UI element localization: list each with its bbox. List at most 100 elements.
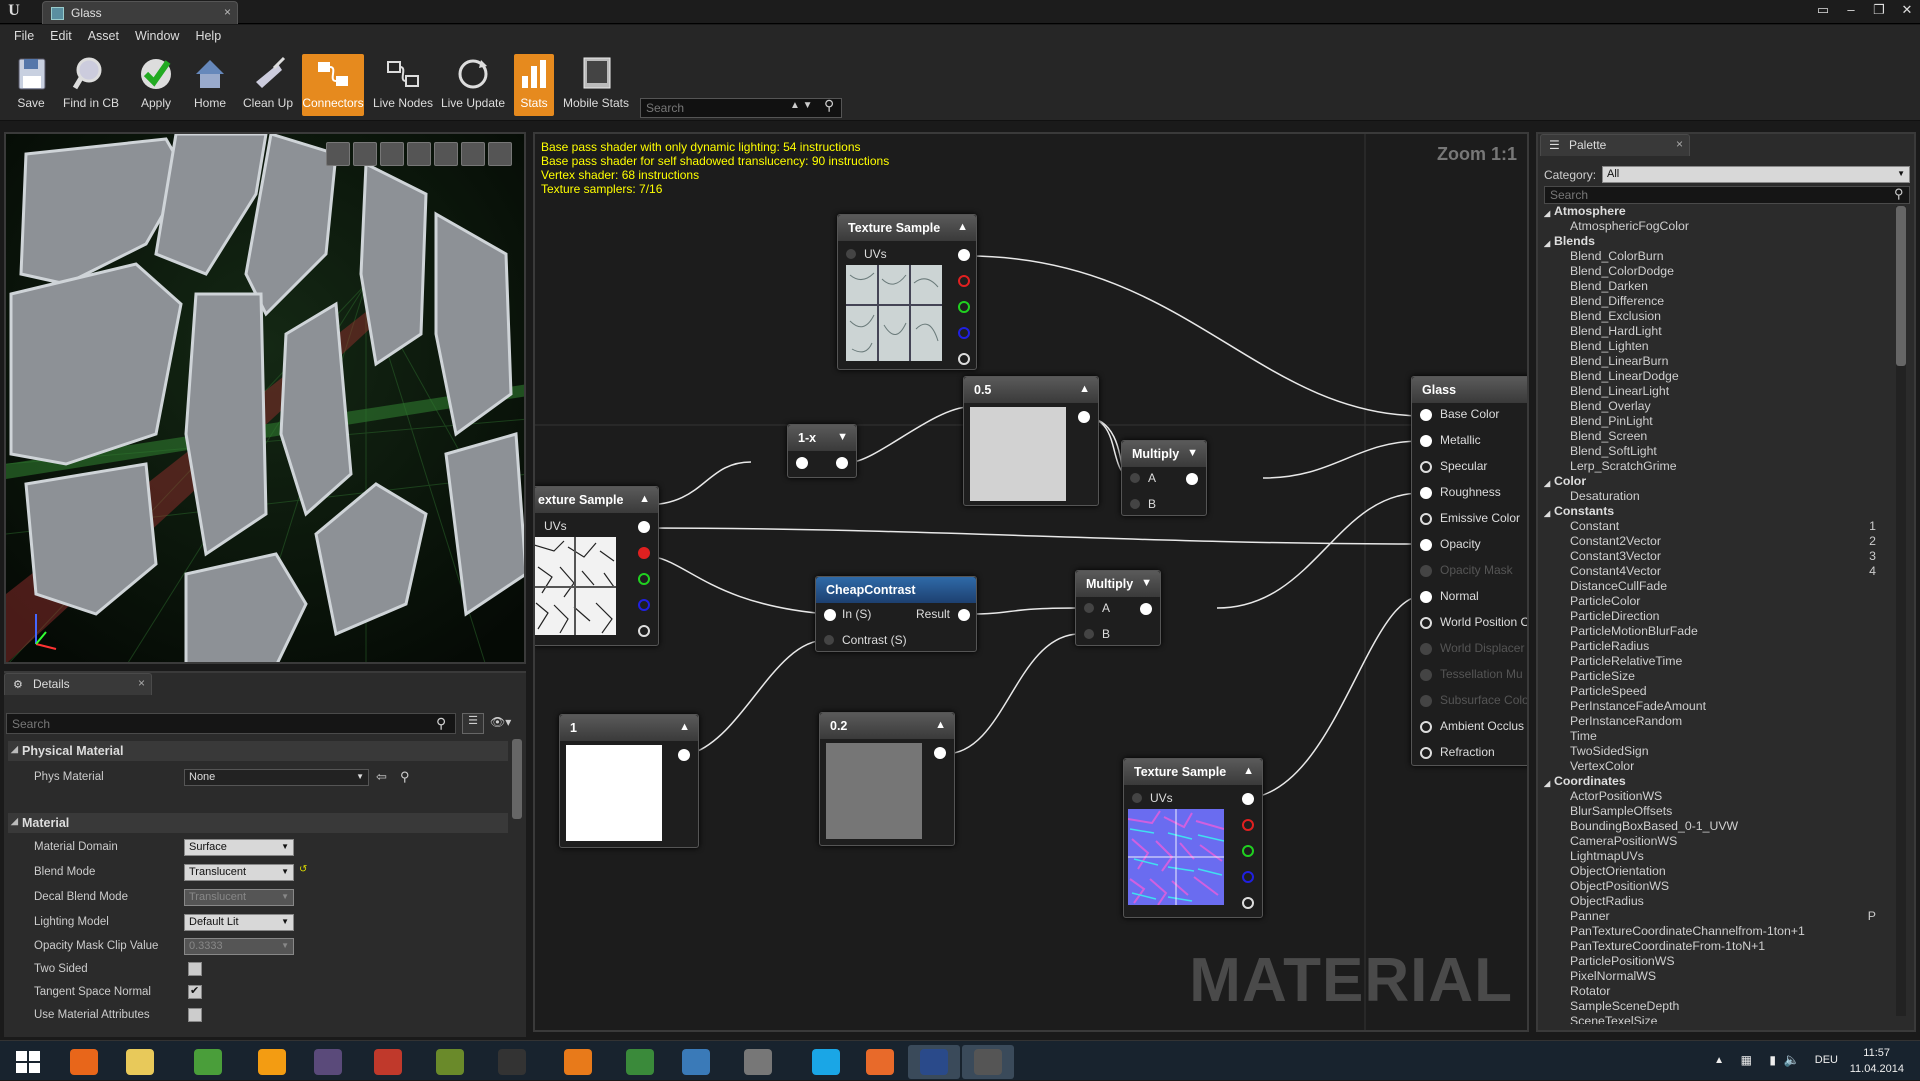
clean-up-button[interactable]: Clean Up [240, 54, 296, 116]
palette-item[interactable]: ObjectRadius [1544, 894, 1884, 909]
palette-search-icon[interactable]: ⚲ [1894, 186, 1904, 202]
palette-item[interactable]: Constant2Vector 2 [1544, 534, 1884, 549]
palette-item[interactable]: Blend_SoftLight [1544, 444, 1884, 459]
collapse-arrow-icon[interactable]: ▲ [1079, 383, 1090, 395]
language-indicator[interactable]: DEU [1815, 1054, 1838, 1066]
blend-mode-dropdown[interactable]: Translucent [184, 864, 294, 881]
red-output-pin[interactable] [958, 275, 970, 287]
palette-item[interactable]: Blend_PinLight [1544, 414, 1884, 429]
contrast-input-pin[interactable] [824, 635, 834, 645]
plane-preview-icon[interactable] [380, 142, 404, 166]
live-nodes-button[interactable]: Live Nodes [372, 54, 434, 116]
restore-icon[interactable]: ❐ [1870, 2, 1888, 18]
output-pin[interactable] [836, 457, 848, 469]
material-input-pin[interactable] [1420, 461, 1432, 473]
origin-taskbar-button[interactable] [854, 1045, 906, 1079]
collapse-arrow-icon[interactable]: ▼ [837, 431, 848, 443]
palette-item[interactable]: VertexColor [1544, 759, 1884, 774]
udk-taskbar-button[interactable] [486, 1045, 538, 1079]
alpha-output-pin[interactable] [638, 625, 650, 637]
material-graph[interactable]: Base pass shader with only dynamic light… [533, 132, 1529, 1032]
palette-item[interactable]: Constant 1 [1544, 519, 1884, 534]
rgb-output-pin[interactable] [958, 249, 970, 261]
find-in-cb-button[interactable]: Find in CB [60, 54, 122, 116]
lighting-model-dropdown[interactable]: Default Lit [184, 914, 294, 931]
two-sided-checkbox[interactable] [188, 962, 202, 976]
collapse-arrow-icon[interactable]: ▼ [1141, 577, 1152, 589]
green-output-pin[interactable] [1242, 845, 1254, 857]
app-green-taskbar-button[interactable] [424, 1045, 476, 1079]
browse-icon[interactable]: ⚲ [400, 769, 410, 785]
scrollbar-thumb[interactable] [1896, 206, 1906, 366]
collapse-arrow-icon[interactable]: ▲ [957, 221, 968, 233]
collapse-arrow-icon[interactable]: ▲ [935, 719, 946, 731]
output-pin[interactable] [1078, 411, 1090, 423]
details-search-input[interactable]: Search [6, 713, 456, 734]
chat-icon[interactable]: ▭ [1814, 2, 1832, 18]
green-output-pin[interactable] [958, 301, 970, 313]
palette-item[interactable]: Lerp_ScratchGrime [1544, 459, 1884, 474]
palette-item[interactable]: Time [1544, 729, 1884, 744]
blender-taskbar-button[interactable] [552, 1045, 604, 1079]
palette-item[interactable]: LightmapUVs [1544, 849, 1884, 864]
palette-item[interactable]: PanTextureCoordinateChannelfrom-1ton+1 [1544, 924, 1884, 939]
palette-item[interactable]: Blend_Difference [1544, 294, 1884, 309]
one-minus-node[interactable]: 1-x ▼ [787, 424, 857, 478]
close-tab-icon[interactable]: × [224, 5, 231, 19]
multiply-node-1[interactable]: Multiply ▼ A B [1121, 440, 1207, 516]
palette-item[interactable]: Blend_LinearDodge [1544, 369, 1884, 384]
alpha-output-pin[interactable] [958, 353, 970, 365]
search-icon[interactable]: ⚲ [824, 97, 834, 114]
unreal-2-taskbar-button[interactable] [962, 1045, 1014, 1079]
minimize-icon[interactable]: – [1842, 2, 1860, 18]
palette-item[interactable]: ParticleSpeed [1544, 684, 1884, 699]
a-input-pin[interactable] [1130, 473, 1140, 483]
palette-category[interactable]: Blends [1544, 234, 1884, 251]
signal-icon[interactable]: ▮ [1769, 1053, 1776, 1067]
cheap-contrast-node[interactable]: CheapContrast In (S) Result Contrast (S) [815, 576, 977, 652]
folder-app-taskbar-button[interactable] [670, 1045, 722, 1079]
palette-item[interactable]: DistanceCullFade [1544, 579, 1884, 594]
alpha-output-pin[interactable] [1242, 897, 1254, 909]
search-arrows-icon[interactable]: ▲ ▼ [790, 100, 813, 111]
palette-item[interactable]: ParticleRadius [1544, 639, 1884, 654]
palette-item[interactable]: BlurSampleOffsets [1544, 804, 1884, 819]
input-pin[interactable] [796, 457, 808, 469]
palette-item[interactable]: Panner P [1544, 909, 1884, 924]
palette-item[interactable]: ParticleSize [1544, 669, 1884, 684]
close-palette-icon[interactable]: × [1676, 137, 1683, 151]
palette-item[interactable]: Blend_LinearLight [1544, 384, 1884, 399]
palette-item[interactable]: TwoSidedSign [1544, 744, 1884, 759]
material-input-pin[interactable] [1420, 539, 1432, 551]
palette-category[interactable]: Color [1544, 474, 1884, 491]
material-input-pin[interactable] [1420, 747, 1432, 759]
palette-item[interactable]: Constant3Vector 3 [1544, 549, 1884, 564]
palette-category[interactable]: Constants [1544, 504, 1884, 521]
cat-app-taskbar-button[interactable] [732, 1045, 784, 1079]
palette-item[interactable]: ObjectPositionWS [1544, 879, 1884, 894]
document-tab[interactable]: Glass × [42, 1, 238, 24]
constant-1-node[interactable]: 1 ▲ [559, 714, 699, 848]
material-domain-dropdown[interactable]: Surface [184, 839, 294, 856]
result-output-pin[interactable] [958, 609, 970, 621]
cube-preview-icon[interactable] [407, 142, 431, 166]
blue-output-pin[interactable] [1242, 871, 1254, 883]
material-input-pin[interactable] [1420, 617, 1432, 629]
b-input-pin[interactable] [1084, 629, 1094, 639]
palette-item[interactable]: ParticleRelativeTime [1544, 654, 1884, 669]
palette-item[interactable]: ParticleColor [1544, 594, 1884, 609]
rgb-output-pin[interactable] [1242, 793, 1254, 805]
physical-material-category[interactable]: Physical Material [8, 741, 508, 761]
use-selected-arrow-icon[interactable]: ⇦ [376, 769, 387, 785]
category-dropdown[interactable]: All [1602, 166, 1910, 183]
palette-item[interactable]: Desaturation [1544, 489, 1884, 504]
palette-item[interactable]: Blend_Screen [1544, 429, 1884, 444]
b-input-pin[interactable] [1130, 499, 1140, 509]
tangent-space-normal-checkbox[interactable] [188, 984, 202, 999]
palette-item[interactable]: Blend_ColorBurn [1544, 249, 1884, 264]
output-pin[interactable] [934, 747, 946, 759]
collapse-arrow-icon[interactable]: ▲ [679, 721, 690, 733]
save-button[interactable]: Save [8, 54, 54, 116]
material-input-pin[interactable] [1420, 721, 1432, 733]
spreadsheet-taskbar-button[interactable] [614, 1045, 666, 1079]
